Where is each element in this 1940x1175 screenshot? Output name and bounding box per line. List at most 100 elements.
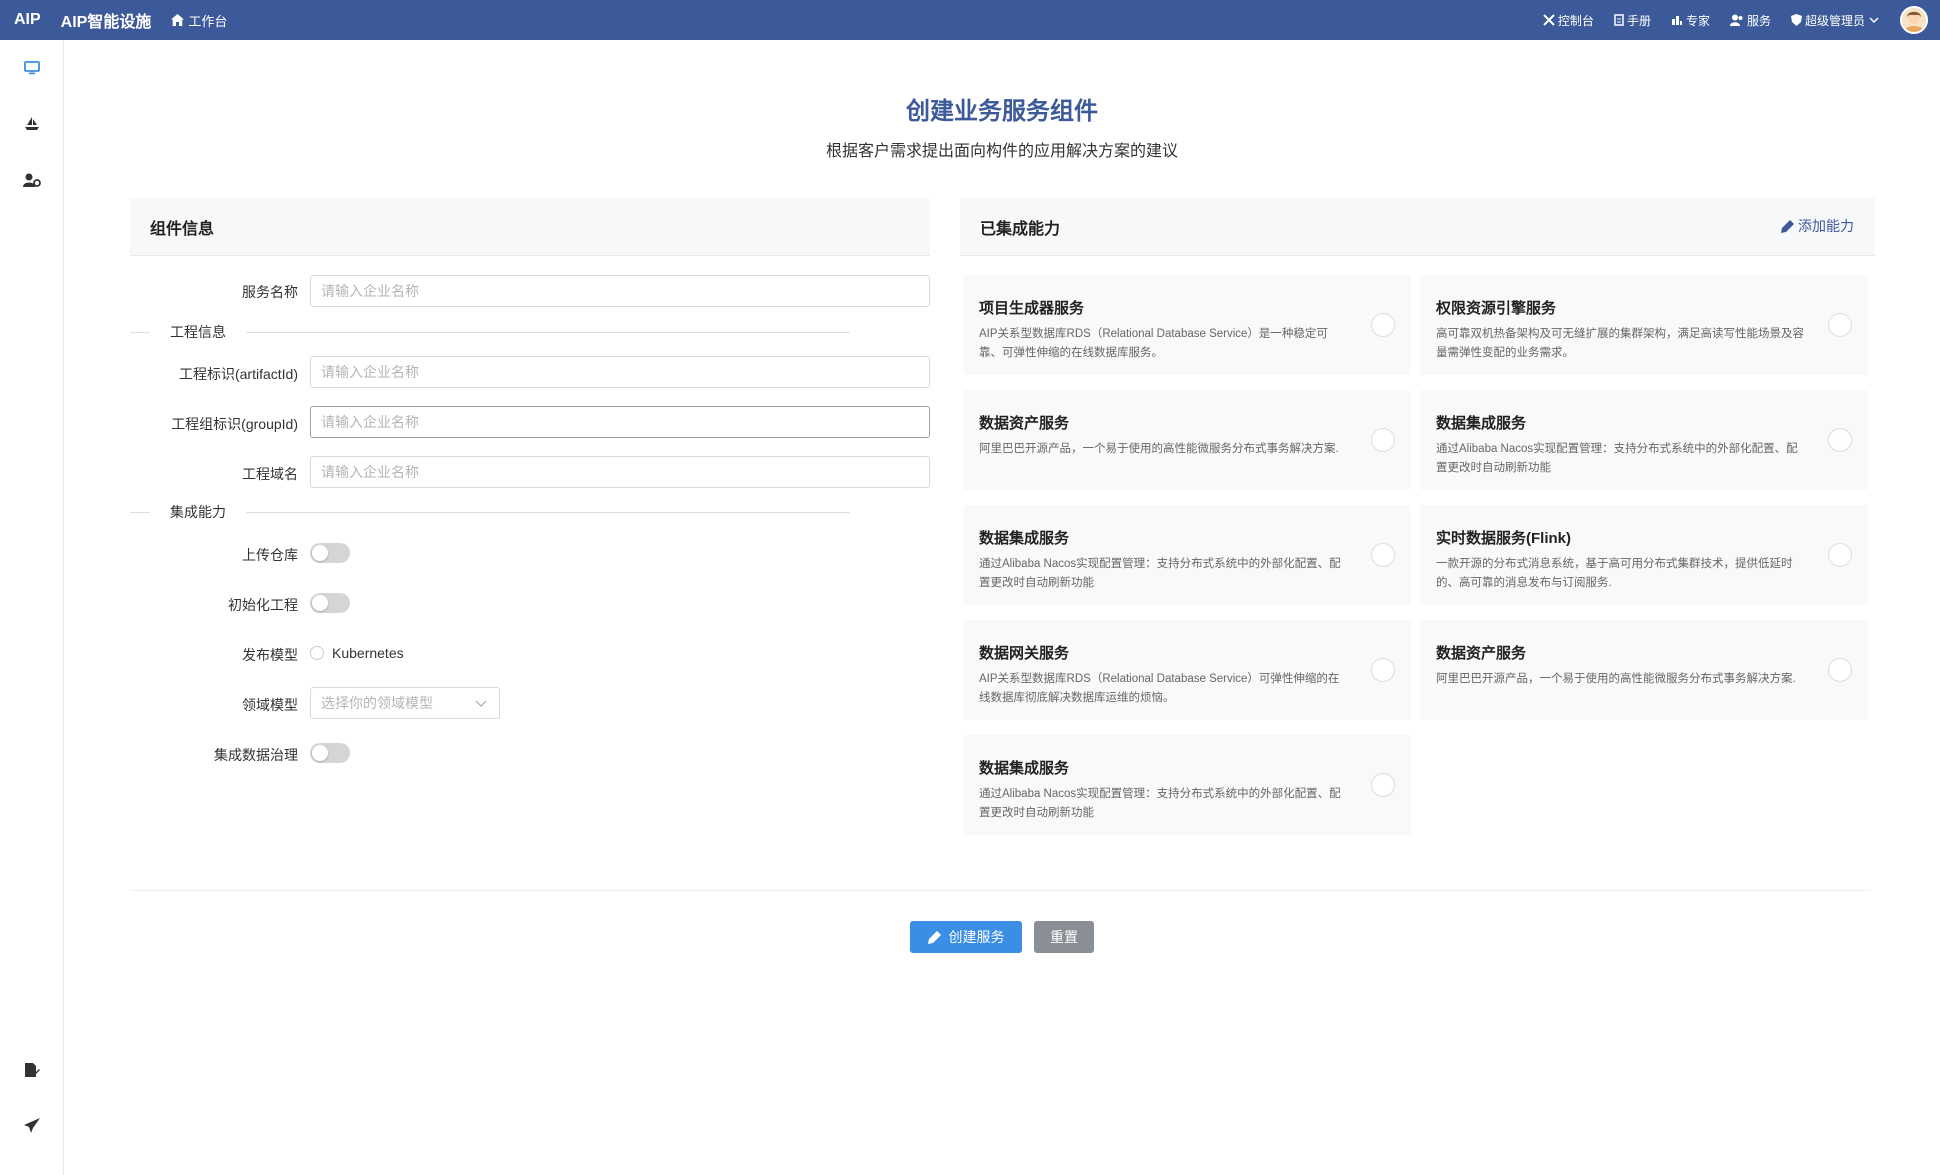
capability-card-title: 数据集成服务 xyxy=(1436,415,1527,432)
service-name-input[interactable] xyxy=(310,275,930,307)
ship-icon xyxy=(25,117,39,130)
chevron-down-icon xyxy=(1869,17,1879,24)
domain-model-placeholder: 选择你的领域模型 xyxy=(321,695,433,711)
capability-card-title: 数据资产服务 xyxy=(1436,645,1527,662)
capability-select-radio[interactable] xyxy=(1371,543,1395,567)
capability-card[interactable]: 权限资源引擎服务高可靠双机热备架构及可无缝扩展的集群架构，满足高读写性能场景及容… xyxy=(1420,275,1868,375)
left-panel-header: 组件信息 xyxy=(130,198,930,256)
capability-card-title: 数据网关服务 xyxy=(979,645,1070,662)
reset-label: 重置 xyxy=(1050,929,1078,945)
capability-card[interactable]: 数据资产服务阿里巴巴开源产品，一个易于使用的高性能微服务分布式事务解决方案. xyxy=(963,390,1411,490)
group-input[interactable] xyxy=(310,406,930,438)
create-service-label: 创建服务 xyxy=(948,929,1005,945)
init-project-label: 初始化工程 xyxy=(228,597,298,613)
kubernetes-radio-label[interactable]: Kubernetes xyxy=(332,645,404,661)
workbench-link[interactable]: 工作台 xyxy=(171,11,227,30)
user-gear-icon xyxy=(23,173,41,187)
capability-card-description: 通过Alibaba Nacos实现配置管理：支持分布式系统中的外部化配置、配置更… xyxy=(1436,443,1798,474)
capability-card-title: 权限资源引擎服务 xyxy=(1436,300,1557,317)
nav-admin-label: 超级管理员 xyxy=(1804,13,1865,28)
domain-model-select[interactable]: 选择你的领域模型 xyxy=(310,687,500,719)
capability-card-description: 高可靠双机热备架构及可无缝扩展的集群架构，满足高读写性能场景及容量需弹性变配的业… xyxy=(1436,328,1804,359)
nav-expert-label: 专家 xyxy=(1685,13,1710,28)
capability-card[interactable]: 数据网关服务 AIP关系型数据库RDS（Relational Database S… xyxy=(963,620,1411,720)
section-integration-title: 集成能力 xyxy=(170,504,226,520)
capability-select-radio[interactable] xyxy=(1828,428,1852,452)
capability-select-radio[interactable] xyxy=(1371,658,1395,682)
upload-repo-toggle[interactable] xyxy=(310,543,350,563)
capability-card-description: 阿里巴巴开源产品，一个易于使用的高性能微服务分布式事务解决方案. xyxy=(1436,673,1796,685)
tools-icon xyxy=(1543,14,1555,26)
create-service-button[interactable]: 创建服务 xyxy=(910,921,1022,953)
paper-plane-icon xyxy=(24,1118,40,1133)
nav-console[interactable]: 控制台 xyxy=(1543,12,1594,29)
chevron-down-icon xyxy=(475,700,487,707)
sidebar-user-settings[interactable] xyxy=(20,168,44,192)
workbench-label: 工作台 xyxy=(188,13,228,29)
capability-card-description: 阿里巴巴开源产品，一个易于使用的高性能微服务分布式事务解决方案. xyxy=(979,443,1339,455)
capability-card-title: 实时数据服务(Flink) xyxy=(1436,530,1571,547)
section-project-title: 工程信息 xyxy=(170,324,226,340)
capability-select-radio[interactable] xyxy=(1828,658,1852,682)
domain-model-label: 领域模型 xyxy=(242,697,298,713)
nav-manual-label: 手册 xyxy=(1626,13,1651,28)
brand-logo[interactable]: AIP xyxy=(14,11,41,29)
nav-admin-dropdown[interactable]: 超级管理员 xyxy=(1790,12,1882,29)
section-integration: 集成能力 xyxy=(130,503,850,521)
kubernetes-radio[interactable] xyxy=(310,646,324,660)
data-governance-toggle[interactable] xyxy=(310,743,350,763)
divider-line xyxy=(246,331,850,333)
capability-select-radio[interactable] xyxy=(1371,773,1395,797)
avatar[interactable] xyxy=(1900,6,1928,34)
sidebar-monitor[interactable] xyxy=(20,56,44,80)
divider-line xyxy=(246,511,850,513)
nav-manual[interactable]: 手册 xyxy=(1614,12,1651,29)
capability-select-radio[interactable] xyxy=(1828,313,1852,337)
capability-card-description: 一款开源的分布式消息系统，基于高可用分布式集群技术，提供低延时的、高可靠的消息发… xyxy=(1436,558,1793,589)
artifact-label: 工程标识(artifactId) xyxy=(178,366,298,382)
publish-model-label: 发布模型 xyxy=(242,647,298,663)
artifact-input[interactable] xyxy=(310,356,930,388)
shield-icon xyxy=(1790,14,1802,26)
monitor-icon xyxy=(24,61,40,75)
capability-card[interactable]: 实时数据服务(Flink) 一款开源的分布式消息系统，基于高可用分布式集群技术，提… xyxy=(1420,505,1868,605)
app-title[interactable]: AIP智能设施 xyxy=(61,8,152,32)
domain-input[interactable] xyxy=(310,456,930,488)
nav-expert[interactable]: 专家 xyxy=(1671,12,1710,29)
reset-button[interactable]: 重置 xyxy=(1034,921,1094,953)
capability-card-description: AIP关系型数据库RDS（Relational Database Service… xyxy=(979,328,1328,359)
nav-service[interactable]: 服务 xyxy=(1729,12,1771,29)
divider-line xyxy=(130,331,150,333)
capability-card[interactable]: 数据集成服务 通过Alibaba Nacos实现配置管理：支持分布式系统中的外部化… xyxy=(963,735,1411,835)
capability-card-title: 数据集成服务 xyxy=(979,760,1070,777)
add-capability-link[interactable]: 添加能力 xyxy=(1781,216,1854,236)
capability-select-radio[interactable] xyxy=(1828,543,1852,567)
edit-icon xyxy=(927,930,941,944)
capability-select-radio[interactable] xyxy=(1371,313,1395,337)
user-avatar-icon xyxy=(1904,11,1924,32)
right-panel-header: 已集成能力 xyxy=(960,198,1875,256)
sidebar-edit-doc[interactable] xyxy=(20,1058,44,1082)
sidebar-send[interactable] xyxy=(20,1114,44,1138)
capability-card[interactable]: 数据资产服务阿里巴巴开源产品，一个易于使用的高性能微服务分布式事务解决方案. xyxy=(1420,620,1868,720)
sidebar-ship[interactable] xyxy=(20,112,44,136)
capability-card[interactable]: 数据集成服务通过Alibaba Nacos实现配置管理：支持分布式系统中的外部化… xyxy=(963,505,1411,605)
bottom-divider xyxy=(130,890,1870,891)
group-label: 工程组标识(groupId) xyxy=(171,416,298,432)
chart-icon xyxy=(1671,16,1682,25)
capability-card-description: 通过Alibaba Nacos实现配置管理：支持分布式系统中的外部化配置、配置更… xyxy=(979,558,1341,589)
capability-card-title: 数据资产服务 xyxy=(979,415,1070,432)
init-project-toggle[interactable] xyxy=(310,593,350,613)
capability-select-radio[interactable] xyxy=(1371,428,1395,452)
users-icon xyxy=(1729,14,1743,26)
right-panel-title: 已集成能力 xyxy=(980,220,1061,238)
capability-card[interactable]: 项目生成器服务 AIP关系型数据库RDS（Relational Database … xyxy=(963,275,1411,375)
capability-card[interactable]: 数据集成服务通过Alibaba Nacos实现配置管理：支持分布式系统中的外部化… xyxy=(1420,390,1868,490)
page-subtitle: 根据客户需求提出面向构件的应用解决方案的建议 xyxy=(825,143,1178,160)
document-icon xyxy=(1614,14,1624,26)
edit-icon xyxy=(1781,219,1794,233)
add-capability-label: 添加能力 xyxy=(1798,218,1854,234)
domain-label: 工程域名 xyxy=(242,466,298,482)
capability-card-title: 数据集成服务 xyxy=(979,530,1070,547)
upload-repo-label: 上传仓库 xyxy=(242,547,298,563)
